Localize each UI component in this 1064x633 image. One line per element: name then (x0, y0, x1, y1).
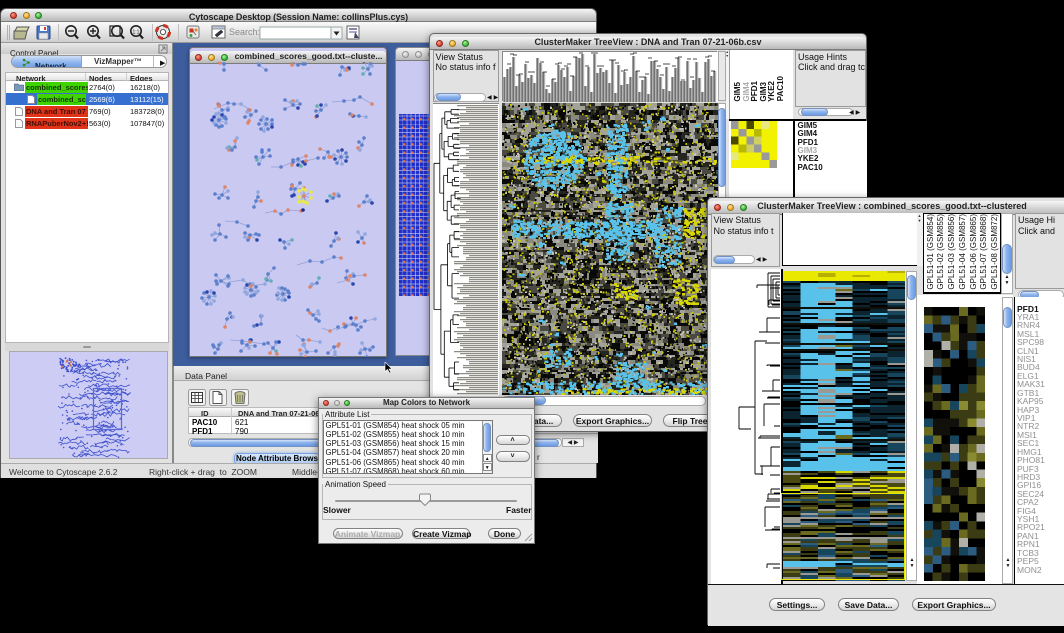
svg-text:Search:: Search: (229, 27, 260, 37)
svg-text:1:1: 1:1 (133, 30, 140, 36)
